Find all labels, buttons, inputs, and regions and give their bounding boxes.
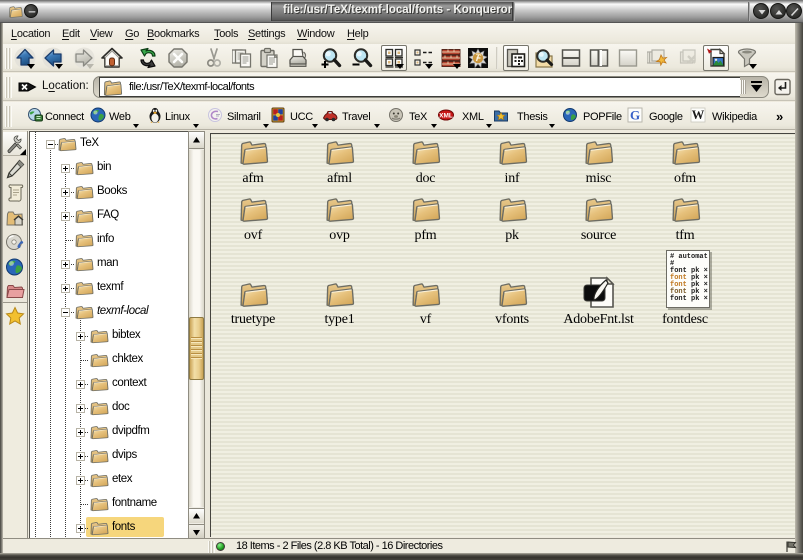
svg-text:G: G <box>630 108 640 123</box>
svg-text:W: W <box>692 108 705 122</box>
svg-text:XML: XML <box>439 113 453 120</box>
